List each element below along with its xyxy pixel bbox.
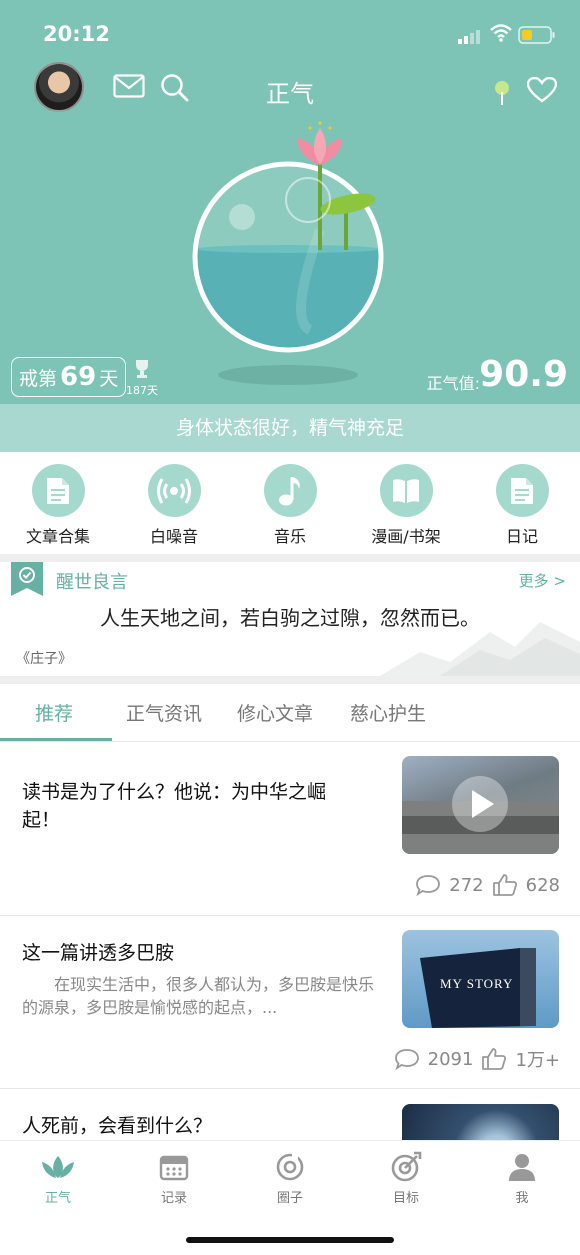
nav-label: 正气	[44, 1191, 71, 1206]
article-card[interactable]: 人死前，会看到什么？	[0, 1089, 580, 1141]
article-thumbnail	[402, 1104, 559, 1141]
thumbs-up-icon[interactable]	[492, 873, 518, 897]
status-bar: 20:12	[0, 18, 580, 52]
tab-indicator	[0, 738, 112, 741]
battery-icon	[518, 26, 555, 44]
quick-item-label: 漫画/书架	[371, 527, 441, 546]
article-stats: 272 628	[415, 873, 560, 897]
music-note-icon	[279, 476, 300, 505]
comment-icon[interactable]	[415, 874, 441, 896]
thumbs-up-icon[interactable]	[481, 1047, 507, 1071]
thumb-caption: MY STORY	[440, 976, 514, 991]
body-state-text: 身体状态很好，精气神充足	[0, 404, 580, 452]
tab-recommend[interactable]: 推荐	[35, 699, 73, 726]
article-summary: 在现实生活中，很多人都认为，多巴胺是快乐的源泉，多巴胺是愉悦感的起点，...	[22, 975, 375, 1018]
quote-section-title: 醒世良言	[56, 572, 128, 593]
heart-icon[interactable]	[527, 77, 557, 103]
quick-item-label: 日记	[505, 527, 538, 546]
nav-me[interactable]: 我	[464, 1151, 580, 1206]
article-stats: 2091 1万+	[394, 1046, 560, 1072]
bookmark-icon	[11, 562, 43, 596]
comment-count: 272	[449, 874, 484, 896]
best-record: 187天	[126, 384, 158, 397]
article-card[interactable]: 这一篇讲透多巴胺 在现实生活中，很多人都认为，多巴胺是快乐的源泉，多巴胺是愉悦感…	[0, 916, 580, 1088]
quick-item-white-noise[interactable]: 白噪音	[116, 464, 232, 547]
quick-item-label: 文章合集	[25, 527, 90, 546]
nav-record[interactable]: 记录	[116, 1151, 232, 1206]
signal-icon	[458, 30, 480, 44]
tab-articles[interactable]: 修心文章	[237, 699, 313, 726]
article-card[interactable]: 读书是为了什么？他说：为中华之崛起！ 272 628	[0, 743, 580, 915]
divider	[0, 676, 580, 684]
zhengqi-value-label: 正气值:	[426, 374, 480, 393]
bottom-nav: 正气 记录 圈子 目标 我	[0, 1140, 580, 1255]
video-play-icon	[402, 776, 559, 854]
comment-icon[interactable]	[394, 1048, 420, 1070]
quit-days: 69	[60, 362, 97, 392]
diary-icon	[511, 477, 533, 504]
quit-prefix: 戒第	[19, 367, 58, 390]
like-count: 1万+	[515, 1050, 560, 1071]
home-indicator[interactable]	[186, 1237, 394, 1243]
article-title: 人死前，会看到什么？	[22, 1115, 213, 1137]
nav-label: 记录	[160, 1191, 187, 1206]
quick-item-diary[interactable]: 日记	[464, 464, 580, 547]
nav-goal[interactable]: 目标	[348, 1151, 464, 1206]
article-thumbnail	[402, 756, 559, 854]
quick-item-label: 音乐	[273, 527, 306, 546]
quote-card[interactable]: 醒世良言 更多 > 人生天地之间，若白驹之过隙，忽然而已。 《庄子》	[0, 562, 580, 676]
divider	[0, 554, 580, 562]
quote-more-link[interactable]: 更多 >	[519, 570, 566, 591]
content-tabs: 推荐 正气资讯 修心文章 慈心护生	[0, 684, 580, 742]
quick-item-music[interactable]: 音乐	[232, 464, 348, 547]
trophy-icon	[136, 360, 148, 378]
tab-protect-life[interactable]: 慈心护生	[350, 699, 426, 726]
article-title: 读书是为了什么？他说：为中华之崛起！	[22, 781, 327, 831]
quick-access-bar: 文章合集 白噪音 音乐 漫画/书架 日记	[0, 452, 580, 554]
zhengqi-value: 90.9	[479, 354, 568, 395]
quick-item-bookshelf[interactable]: 漫画/书架	[348, 464, 464, 547]
book-icon	[393, 478, 419, 503]
like-count: 628	[525, 874, 560, 896]
article-thumbnail: MY STORY	[402, 930, 559, 1028]
quote-source: 《庄子》	[16, 651, 72, 667]
quote-text: 人生天地之间，若白驹之过隙，忽然而已。	[100, 606, 480, 630]
nav-label: 目标	[392, 1191, 419, 1206]
calendar-icon	[159, 1155, 189, 1181]
broadcast-icon	[157, 477, 191, 504]
nav-zhengqi[interactable]: 正气	[0, 1151, 116, 1206]
lotus-icon	[42, 1156, 74, 1178]
quit-suffix: 天	[99, 367, 119, 390]
lotus-bowl-illustration	[192, 121, 384, 385]
document-icon	[47, 477, 69, 504]
hero-panel: 20:12 正气 戒第 69 天 187天 正气值: 90.9	[0, 0, 580, 404]
quick-item-articles[interactable]: 文章合集	[0, 464, 116, 547]
quit-days-badge: 戒第 69 天	[11, 357, 127, 397]
status-time: 20:12	[43, 22, 110, 46]
nav-circle[interactable]: 圈子	[232, 1151, 348, 1206]
wifi-icon	[490, 24, 512, 42]
comment-count: 2091	[427, 1048, 474, 1070]
tree-icon[interactable]	[493, 80, 511, 106]
circle-icon	[276, 1153, 304, 1181]
nav-label: 我	[515, 1191, 529, 1206]
person-icon	[509, 1154, 535, 1181]
tab-news[interactable]: 正气资讯	[126, 699, 202, 726]
target-icon	[391, 1151, 422, 1182]
article-title: 这一篇讲透多巴胺	[22, 942, 175, 964]
quick-item-label: 白噪音	[149, 527, 198, 546]
nav-label: 圈子	[276, 1191, 303, 1206]
